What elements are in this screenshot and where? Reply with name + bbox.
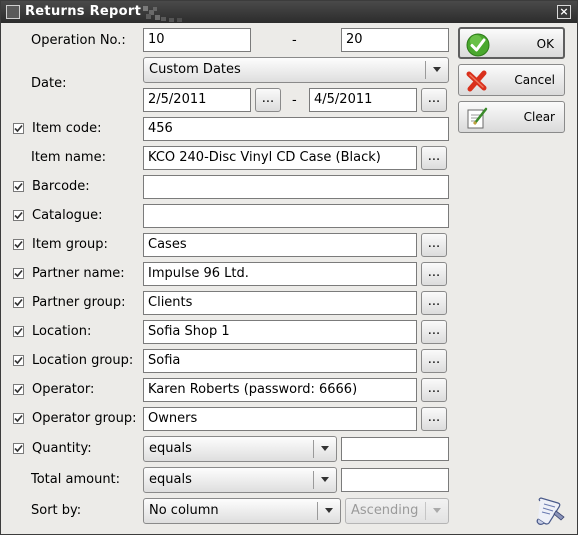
sort-column-select[interactable]: No column xyxy=(143,498,341,524)
location-group-input[interactable]: Sofia xyxy=(143,349,417,373)
location-browse-button[interactable]: ... xyxy=(421,320,447,344)
item-group-label: Item group: xyxy=(32,237,108,252)
item-code-label: Item code: xyxy=(32,121,102,136)
date-mode-select[interactable]: Custom Dates xyxy=(143,57,449,83)
operation-no-to-input[interactable]: 20 xyxy=(341,28,449,52)
item-code-checkbox[interactable] xyxy=(13,123,24,134)
partner-name-input[interactable]: Impulse 96 Ltd. xyxy=(143,262,417,286)
operation-range-separator: - xyxy=(292,33,297,48)
item-name-input[interactable]: KCO 240-Disc Vinyl CD Case (Black) xyxy=(143,146,417,170)
sort-column-value: No column xyxy=(149,503,219,518)
location-group-browse-button[interactable]: ... xyxy=(421,349,447,373)
location-group-label: Location group: xyxy=(32,353,134,368)
clear-button-label: Clear xyxy=(523,110,555,124)
partner-name-label: Partner name: xyxy=(32,266,125,281)
date-mode-value: Custom Dates xyxy=(149,62,241,77)
title-bar: Returns Report × xyxy=(1,1,577,23)
barcode-input[interactable] xyxy=(143,175,449,199)
item-group-input[interactable]: Cases xyxy=(143,233,417,257)
date-to-input[interactable]: 4/5/2011 xyxy=(309,88,417,112)
clear-button[interactable]: Clear xyxy=(458,101,565,133)
sort-direction-value: Ascending xyxy=(351,503,419,518)
cross-icon xyxy=(466,70,487,92)
catalogue-input[interactable] xyxy=(143,204,449,228)
operator-group-browse-button[interactable]: ... xyxy=(421,407,447,431)
chevron-down-icon xyxy=(433,67,441,72)
date-from-input[interactable]: 2/5/2011 xyxy=(143,88,251,112)
date-from-picker-button[interactable]: ... xyxy=(255,88,281,112)
item-group-checkbox[interactable] xyxy=(13,239,24,250)
close-button[interactable]: × xyxy=(557,5,571,19)
operator-group-label: Operator group: xyxy=(32,411,137,426)
operator-group-checkbox[interactable] xyxy=(13,413,24,424)
item-code-input[interactable]: 456 xyxy=(143,117,449,141)
returns-report-window: Returns Report × Operation No.: 10 - 20 … xyxy=(0,0,578,535)
scroll-icon xyxy=(536,497,565,525)
barcode-checkbox[interactable] xyxy=(13,181,24,192)
partner-group-label: Partner group: xyxy=(32,295,126,310)
chevron-down-icon xyxy=(433,508,441,513)
quantity-input[interactable] xyxy=(341,437,449,461)
date-to-picker-button[interactable]: ... xyxy=(421,88,447,112)
ok-button-label: OK xyxy=(536,37,554,51)
cancel-button-label: Cancel xyxy=(514,73,555,87)
operation-no-from-input[interactable]: 10 xyxy=(143,28,251,52)
partner-group-checkbox[interactable] xyxy=(13,297,24,308)
date-label: Date: xyxy=(31,76,67,91)
chevron-down-icon xyxy=(325,508,333,513)
total-amount-operator-select[interactable]: equals xyxy=(143,467,337,493)
window-menu-icon[interactable] xyxy=(6,5,20,19)
window-title: Returns Report xyxy=(25,4,142,19)
quantity-label: Quantity: xyxy=(32,441,92,456)
quantity-operator-select[interactable]: equals xyxy=(143,436,337,462)
item-name-label: Item name: xyxy=(31,150,106,165)
operator-checkbox[interactable] xyxy=(13,384,24,395)
ok-button[interactable]: OK xyxy=(458,27,565,59)
location-checkbox[interactable] xyxy=(13,326,24,337)
quantity-checkbox[interactable] xyxy=(13,443,24,454)
total-amount-label: Total amount: xyxy=(31,472,121,487)
chevron-down-icon xyxy=(321,446,329,451)
item-name-browse-button[interactable]: ... xyxy=(421,146,447,170)
operator-browse-button[interactable]: ... xyxy=(421,378,447,402)
partner-name-browse-button[interactable]: ... xyxy=(421,262,447,286)
sort-by-label: Sort by: xyxy=(31,503,82,518)
location-label: Location: xyxy=(32,324,92,339)
sort-direction-select: Ascending xyxy=(345,498,449,524)
date-range-separator: - xyxy=(292,93,297,108)
cancel-button[interactable]: Cancel xyxy=(458,64,565,96)
operator-label: Operator: xyxy=(32,382,95,397)
titlebar-decoration-icon xyxy=(143,6,182,22)
barcode-label: Barcode: xyxy=(32,179,90,194)
catalogue-checkbox[interactable] xyxy=(13,210,24,221)
operation-no-label: Operation No.: xyxy=(31,33,126,48)
item-group-browse-button[interactable]: ... xyxy=(421,233,447,257)
partner-group-browse-button[interactable]: ... xyxy=(421,291,447,315)
quantity-operator-value: equals xyxy=(149,441,192,456)
check-icon xyxy=(466,33,490,57)
location-group-checkbox[interactable] xyxy=(13,355,24,366)
chevron-down-icon xyxy=(321,477,329,482)
total-amount-input[interactable] xyxy=(341,468,449,492)
clear-icon xyxy=(467,107,488,129)
operator-group-input[interactable]: Owners xyxy=(143,407,417,431)
partner-name-checkbox[interactable] xyxy=(13,268,24,279)
location-input[interactable]: Sofia Shop 1 xyxy=(143,320,417,344)
partner-group-input[interactable]: Clients xyxy=(143,291,417,315)
catalogue-label: Catalogue: xyxy=(32,208,103,223)
total-amount-operator-value: equals xyxy=(149,472,192,487)
operator-input[interactable]: Karen Roberts (password: 6666) xyxy=(143,378,417,402)
